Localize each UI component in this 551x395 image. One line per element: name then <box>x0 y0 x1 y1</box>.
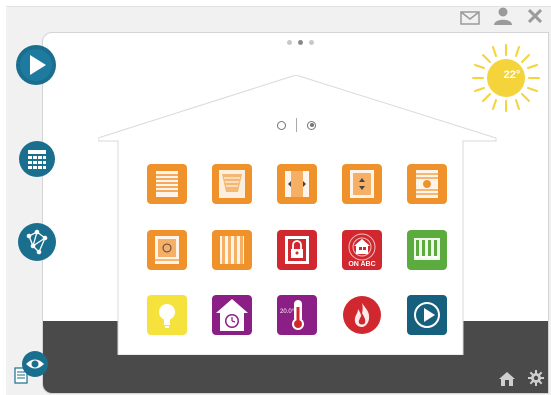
light-bulb-icon <box>159 304 175 328</box>
page-dot-active[interactable] <box>298 40 303 45</box>
main-panel: 22° ON ABC 20.0° <box>42 32 549 394</box>
on-abc-label: ON ABC <box>348 261 376 268</box>
thermometer-icon <box>292 300 304 330</box>
tile-fire[interactable] <box>342 295 382 335</box>
tile-blinds[interactable] <box>147 164 187 204</box>
sliding-shutter-icon <box>285 171 309 197</box>
tile-play[interactable] <box>407 295 447 335</box>
user-icon[interactable] <box>493 7 513 25</box>
lock-icon <box>285 236 309 264</box>
tile-on-abc[interactable]: ON ABC <box>342 230 382 270</box>
eye-button[interactable] <box>12 348 52 388</box>
window-blind-icon <box>350 170 374 198</box>
floor-separator <box>296 118 297 132</box>
tile-awning[interactable] <box>212 164 252 204</box>
tile-window-blind[interactable] <box>342 164 382 204</box>
floor-selector <box>277 118 316 132</box>
network-button[interactable] <box>17 222 57 262</box>
floor-radio-2[interactable] <box>307 120 316 130</box>
tile-blind-slats[interactable] <box>147 230 187 270</box>
temperature-label: 22° <box>503 69 521 81</box>
tile-shop-awning[interactable] <box>407 230 447 270</box>
close-icon[interactable] <box>528 9 542 23</box>
page-indicator <box>287 40 314 45</box>
tile-lock[interactable] <box>277 230 317 270</box>
blinds-icon <box>156 171 178 197</box>
tile-clock-house[interactable] <box>212 295 252 335</box>
tile-venetian-blind[interactable] <box>407 164 447 204</box>
home-settings-icon[interactable] <box>498 371 516 387</box>
awning-icon <box>219 170 245 198</box>
shop-awning-icon <box>414 238 440 260</box>
mail-icon[interactable] <box>460 10 480 26</box>
tile-vertical-blind[interactable] <box>212 230 252 270</box>
fire-icon <box>343 296 381 334</box>
calendar-button[interactable] <box>18 140 56 178</box>
thermometer-label: 20.0° <box>280 309 295 315</box>
topbar-divider <box>6 6 551 7</box>
venetian-blind-icon <box>416 170 438 198</box>
tile-thermometer[interactable]: 20.0° <box>277 295 317 335</box>
vertical-blind-icon <box>220 236 244 264</box>
tile-light[interactable] <box>147 295 187 335</box>
page-dot[interactable] <box>309 40 314 45</box>
floor-radio-1[interactable] <box>277 120 286 130</box>
blind-slats-icon <box>155 236 179 264</box>
page-dot[interactable] <box>287 40 292 45</box>
clock-house-icon <box>216 299 248 331</box>
play-icon <box>414 302 440 328</box>
tile-sliding-shutter[interactable] <box>277 164 317 204</box>
gear-icon[interactable] <box>527 369 545 387</box>
play-button[interactable] <box>15 44 57 86</box>
